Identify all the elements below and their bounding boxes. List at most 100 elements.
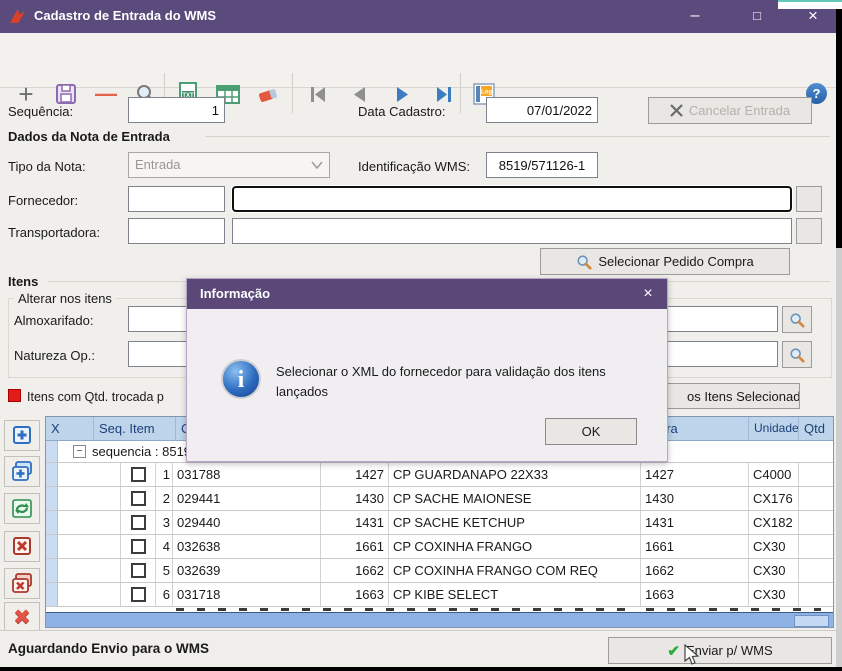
app-window: Cadastro de Entrada do WMS – □ × + — TXT — [0, 0, 836, 667]
delete-multiple-icon — [10, 572, 34, 595]
identificacao-wms-input[interactable] — [486, 152, 598, 178]
add-item-button[interactable] — [4, 420, 40, 451]
add-multiple-items-button[interactable] — [4, 456, 40, 487]
refresh-items-button[interactable] — [4, 493, 40, 524]
header-seq-item[interactable]: Seq. Item — [94, 417, 176, 440]
row-checkbox[interactable] — [131, 491, 146, 506]
add-item-icon — [11, 425, 33, 446]
table-row[interactable]: 4 032638 1661 CP COXINHA FRANGO 1661 CX3… — [46, 535, 833, 559]
fornecedor-lookup-button[interactable] — [796, 186, 822, 212]
table-row[interactable]: 1 031788 1427 CP GUARDANAPO 22X33 1427 C… — [46, 463, 833, 487]
cell-num: 1427 — [321, 463, 389, 486]
cell-unidade: C4000 — [749, 463, 799, 486]
status-text: Aguardando Envio para o WMS — [8, 641, 209, 656]
dialog-ok-button[interactable]: OK — [545, 418, 637, 445]
window-title: Cadastro de Entrada do WMS — [34, 8, 216, 23]
app-logo-icon — [9, 8, 26, 25]
transportadora-nome-input[interactable] — [232, 218, 792, 244]
delete-multiple-items-button[interactable] — [4, 568, 40, 599]
cell-qtd — [799, 583, 833, 606]
row-checkbox[interactable] — [131, 515, 146, 530]
selecionar-pedido-compra-button[interactable]: Selecionar Pedido Compra — [540, 248, 790, 275]
almoxarifado-lookup-button[interactable] — [782, 306, 812, 333]
row-checkbox[interactable] — [131, 587, 146, 602]
horizontal-scrollbar[interactable] — [46, 612, 833, 628]
sequencia-input[interactable] — [128, 97, 225, 123]
dados-group-title: Dados da Nota de Entrada — [8, 129, 170, 144]
cell-unidade: CX182 — [749, 511, 799, 534]
cell-barra: 1431 — [641, 511, 749, 534]
toolbar-separator — [292, 73, 293, 113]
cell-unidade: CX30 — [749, 535, 799, 558]
table-row[interactable]: 6 031718 1663 CP KIBE SELECT 1663 CX30 — [46, 583, 833, 607]
row-checkbox[interactable] — [131, 539, 146, 554]
row-checkbox-cell[interactable] — [121, 511, 156, 534]
header-unidade[interactable]: Unidade — [749, 417, 799, 440]
itens-group-title: Itens — [8, 274, 38, 289]
clear-button[interactable] — [252, 78, 284, 110]
cell-seq: 4 — [156, 535, 173, 558]
delete-item-button[interactable] — [4, 531, 40, 562]
table-row[interactable]: 3 029440 1431 CP SACHE KETCHUP 1431 CX18… — [46, 511, 833, 535]
tipo-nota-combobox[interactable]: Entrada — [128, 152, 330, 178]
fornecedor-nome-input[interactable] — [232, 186, 792, 212]
dialog-close-button[interactable]: × — [635, 281, 661, 307]
cell-qtd — [799, 487, 833, 510]
header-x[interactable]: X — [46, 417, 94, 440]
cancel-all-button[interactable]: ✖ — [4, 602, 40, 633]
cell-codigo: 032639 — [173, 559, 321, 582]
cell-seq: 1 — [156, 463, 173, 486]
cell-qtd — [799, 535, 833, 558]
collapse-button[interactable]: − — [73, 445, 86, 458]
dialog-message: Selecionar o XML do fornecedor para vali… — [276, 362, 644, 401]
nav-first-button[interactable] — [302, 78, 334, 110]
row-indicator — [46, 441, 58, 462]
row-checkbox[interactable] — [131, 467, 146, 482]
almoxarifado-label: Almoxarifado: — [14, 313, 93, 328]
table-row[interactable]: 5 032639 1662 CP COXINHA FRANGO COM REQ … — [46, 559, 833, 583]
row-checkbox-cell[interactable] — [121, 583, 156, 606]
tipo-nota-label: Tipo da Nota: — [8, 159, 86, 174]
dialog-titlebar[interactable]: Informação × — [187, 279, 667, 309]
cell-descricao: CP SACHE MAIONESE — [389, 487, 641, 510]
table-row[interactable]: 2 029441 1430 CP SACHE MAIONESE 1430 CX1… — [46, 487, 833, 511]
maximize-button[interactable]: □ — [740, 0, 774, 33]
row-indent — [58, 487, 121, 510]
cell-seq: 6 — [156, 583, 173, 606]
transportadora-codigo-input[interactable] — [128, 218, 225, 244]
cell-codigo: 031788 — [173, 463, 321, 486]
row-indent — [58, 463, 121, 486]
refresh-icon — [11, 498, 33, 519]
fornecedor-label: Fornecedor: — [8, 193, 78, 208]
header-qtd[interactable]: Qtd — [799, 417, 833, 440]
identificacao-wms-label: Identificação WMS: — [358, 159, 470, 174]
minus-icon: — — [95, 83, 117, 105]
background-window-edge — [778, 0, 842, 9]
cell-seq: 5 — [156, 559, 173, 582]
natureza-op-lookup-button[interactable] — [782, 341, 812, 368]
row-checkbox-cell[interactable] — [121, 463, 156, 486]
mouse-cursor — [684, 644, 700, 666]
cancel-x-icon — [670, 104, 683, 117]
informacao-dialog: Informação × i Selecionar o XML do forne… — [186, 278, 668, 462]
titlebar[interactable]: Cadastro de Entrada do WMS – □ × — [0, 0, 836, 33]
cancelar-entrada-button: Cancelar Entrada — [648, 97, 812, 124]
clipped-text — [646, 608, 821, 611]
row-checkbox-cell[interactable] — [121, 487, 156, 510]
fornecedor-codigo-input[interactable] — [128, 186, 225, 212]
minimize-button[interactable]: – — [678, 0, 712, 33]
enviar-wms-button[interactable]: ✔ Enviar p/ WMS — [608, 637, 832, 664]
row-checkbox-cell[interactable] — [121, 559, 156, 582]
cell-barra: 1430 — [641, 487, 749, 510]
scrollbar-thumb[interactable] — [794, 615, 829, 627]
data-cadastro-input[interactable] — [486, 97, 598, 123]
toolbar: + — TXT — [0, 33, 836, 88]
transportadora-lookup-button[interactable] — [796, 218, 822, 244]
search-icon — [789, 347, 805, 363]
delete-record-button[interactable]: — — [90, 78, 122, 110]
row-checkbox-cell[interactable] — [121, 535, 156, 558]
cell-qtd — [799, 559, 833, 582]
first-record-icon — [309, 86, 327, 103]
cell-num: 1663 — [321, 583, 389, 606]
row-checkbox[interactable] — [131, 563, 146, 578]
